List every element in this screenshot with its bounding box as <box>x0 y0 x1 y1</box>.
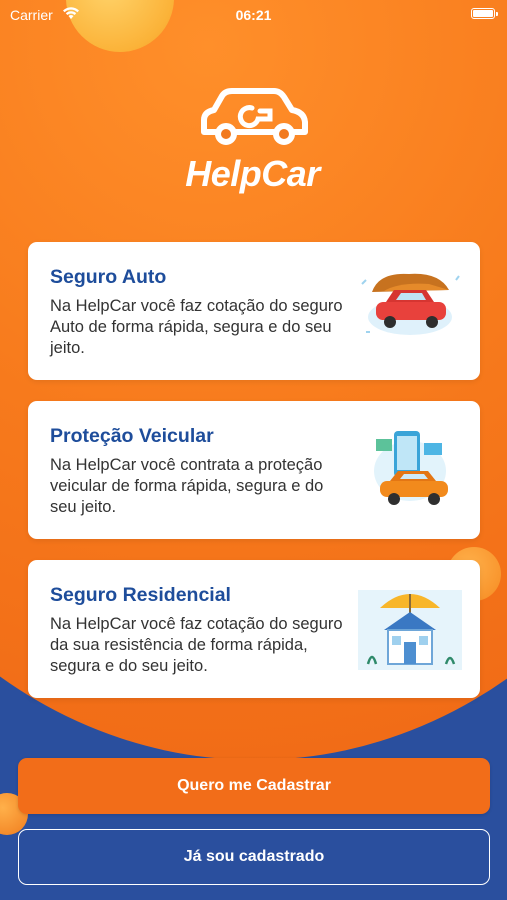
car-phone-icon <box>374 431 448 505</box>
card-description: Na HelpCar você faz cotação do seguro Au… <box>50 297 343 357</box>
card-seguro-residencial[interactable]: Seguro Residencial Na HelpCar você faz c… <box>28 560 480 698</box>
card-protecao-veicular[interactable]: Proteção Veicular Na HelpCar você contra… <box>28 401 480 539</box>
car-umbrella-icon <box>361 273 460 335</box>
battery-icon <box>471 8 498 19</box>
card-description: Na HelpCar você contrata a proteção veic… <box>50 456 324 516</box>
card-title: Seguro Auto <box>50 266 167 288</box>
card-title: Proteção Veicular <box>50 425 214 447</box>
brand-name: HelpCar <box>185 153 320 194</box>
card-seguro-auto[interactable]: Seguro Auto Na HelpCar você faz cotação … <box>28 242 480 380</box>
clock: 06:21 <box>235 7 272 23</box>
card-title: Seguro Residencial <box>50 584 231 606</box>
register-button[interactable]: Quero me Cadastrar <box>18 758 490 814</box>
login-button[interactable]: Já sou cadastrado <box>18 829 490 885</box>
car-wrench-icon <box>201 88 308 145</box>
app-screen: Carrier 06:21 HelpCar Seguro Auto Na Hel… <box>0 0 507 900</box>
card-description: Na HelpCar você faz cotação do seguro da… <box>50 615 343 675</box>
status-bar: Carrier 06:21 <box>0 0 507 30</box>
helpcar-logo: HelpCar <box>185 86 320 196</box>
house-umbrella-icon <box>358 590 462 670</box>
